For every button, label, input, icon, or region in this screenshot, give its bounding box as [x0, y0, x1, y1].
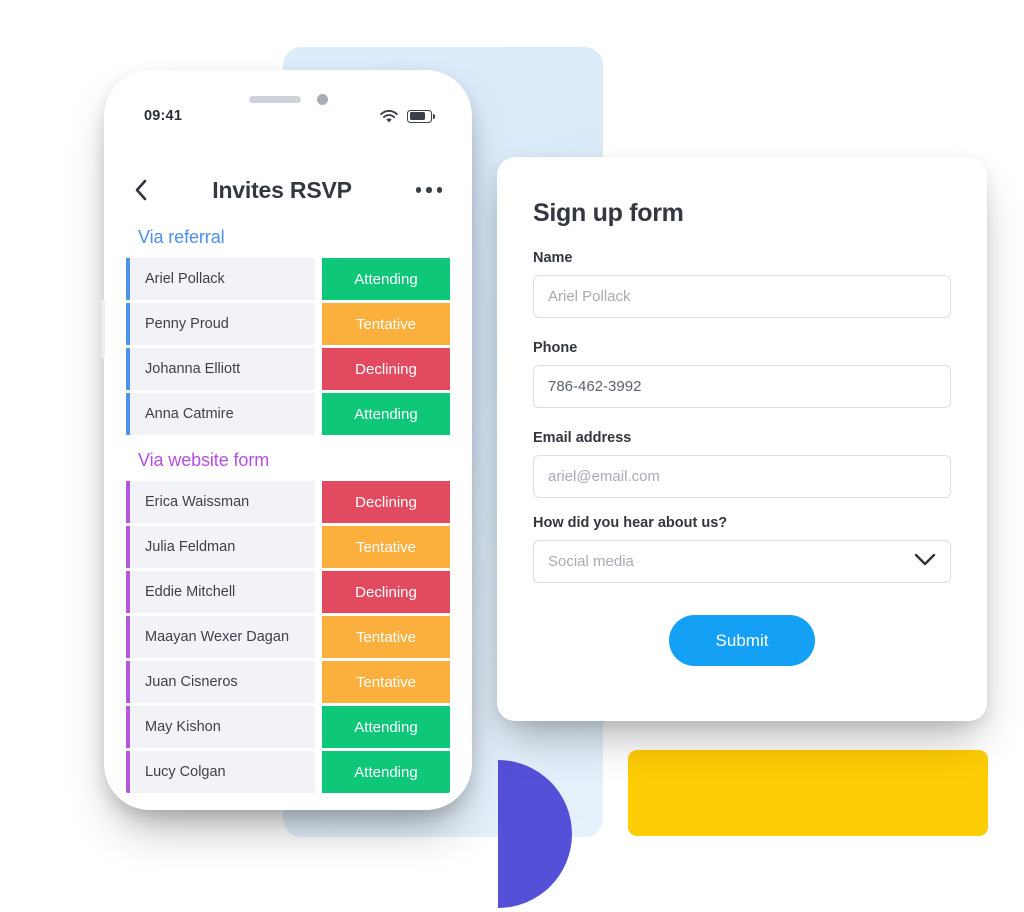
rsvp-row[interactable]: Erica Waissman Declining [126, 481, 450, 523]
field-label-phone: Phone [533, 340, 578, 356]
rsvp-row[interactable]: Eddie Mitchell Declining [126, 571, 450, 613]
submit-button[interactable]: Submit [668, 615, 816, 666]
signup-form-card: Sign up form Name Ariel Pollack Phone 78… [497, 157, 987, 721]
rsvp-guest-name: Johanna Elliott [126, 348, 315, 390]
rsvp-row[interactable]: Maayan Wexer Dagan Tentative [126, 616, 450, 658]
form-title: Sign up form [533, 199, 684, 227]
phone-notch [112, 93, 464, 105]
rsvp-status-badge[interactable]: Attending [322, 393, 450, 435]
rsvp-row[interactable]: Lucy Colgan Attending [126, 751, 450, 793]
app-navigation-bar: Invites RSVP [112, 167, 464, 213]
rsvp-status-badge[interactable]: Tentative [322, 661, 450, 703]
email-input[interactable]: ariel@email.com [533, 455, 951, 498]
rsvp-guest-name: Maayan Wexer Dagan [126, 616, 315, 658]
rsvp-guest-name: Penny Proud [126, 303, 315, 345]
rsvp-row[interactable]: May Kishon Attending [126, 706, 450, 748]
field-phone: Phone 786-462-3992 [533, 340, 951, 408]
rsvp-status-badge[interactable]: Tentative [322, 303, 450, 345]
rsvp-row[interactable]: Johanna Elliott Declining [126, 348, 450, 390]
more-options-icon [436, 187, 442, 193]
phone-screen: 09:41 Invites RSVP Via referral Ariel Po… [112, 79, 464, 801]
speaker-grill-icon [248, 95, 301, 103]
referral-source-value[interactable]: Social media [533, 540, 951, 583]
section-title: Via website form [138, 450, 270, 470]
rsvp-status-badge[interactable]: Tentative [322, 616, 450, 658]
rsvp-guest-name: May Kishon [126, 706, 315, 748]
phone-mockup: 09:41 Invites RSVP Via referral Ariel Po… [101, 70, 472, 810]
rsvp-row[interactable]: Penny Proud Tentative [126, 303, 450, 345]
composition-stage: 09:41 Invites RSVP Via referral Ariel Po… [0, 0, 1024, 912]
rsvp-status-badge[interactable]: Declining [322, 571, 450, 613]
wifi-icon [380, 109, 398, 123]
yellow-rectangle-decoration [628, 750, 988, 836]
submit-row: Submit [533, 615, 951, 666]
rsvp-row[interactable]: Juan Cisneros Tentative [126, 661, 450, 703]
rsvp-guest-name: Julia Feldman [126, 526, 315, 568]
front-camera-icon [316, 93, 328, 105]
rsvp-guest-name: Lucy Colgan [126, 751, 315, 793]
rsvp-guest-name: Erica Waissman [126, 481, 315, 523]
rsvp-status-badge[interactable]: Declining [322, 348, 450, 390]
more-options-button[interactable] [408, 187, 442, 193]
status-bar-clock: 09:41 [144, 108, 183, 124]
chevron-left-icon [135, 179, 147, 201]
status-bar-indicators [380, 109, 436, 123]
page-title: Invites RSVP [212, 176, 352, 203]
phone-side-button [101, 300, 105, 358]
rsvp-status-badge[interactable]: Attending [322, 751, 450, 793]
status-bar: 09:41 [112, 105, 464, 127]
rsvp-guest-name: Ariel Pollack [126, 258, 315, 300]
field-label-email: Email address [533, 430, 632, 446]
more-options-icon [426, 187, 432, 193]
battery-icon [407, 109, 436, 123]
field-referral-source: How did you hear about us? Social media [533, 515, 951, 583]
rsvp-row[interactable]: Ariel Pollack Attending [126, 258, 450, 300]
field-label-name: Name [533, 250, 573, 266]
section-title: Via referral [138, 227, 225, 247]
rsvp-guest-name: Anna Catmire [126, 393, 315, 435]
field-label-referral-source: How did you hear about us? [533, 515, 728, 531]
more-options-icon [415, 187, 421, 193]
rsvp-status-badge[interactable]: Declining [322, 481, 450, 523]
rsvp-list: Via referral Ariel Pollack Attending Penny … [112, 215, 464, 801]
rsvp-status-badge[interactable]: Attending [322, 258, 450, 300]
referral-source-select[interactable]: Social media [533, 540, 951, 583]
rsvp-status-badge[interactable]: Attending [322, 706, 450, 748]
rsvp-row[interactable]: Julia Feldman Tentative [126, 526, 450, 568]
rsvp-guest-name: Eddie Mitchell [126, 571, 315, 613]
field-email: Email address ariel@email.com [533, 430, 951, 498]
rsvp-row[interactable]: Anna Catmire Attending [126, 393, 450, 435]
name-input[interactable]: Ariel Pollack [533, 275, 951, 318]
rsvp-status-badge[interactable]: Tentative [322, 526, 450, 568]
phone-input[interactable]: 786-462-3992 [533, 365, 951, 408]
field-name: Name Ariel Pollack [533, 250, 951, 318]
rsvp-guest-name: Juan Cisneros [126, 661, 315, 703]
